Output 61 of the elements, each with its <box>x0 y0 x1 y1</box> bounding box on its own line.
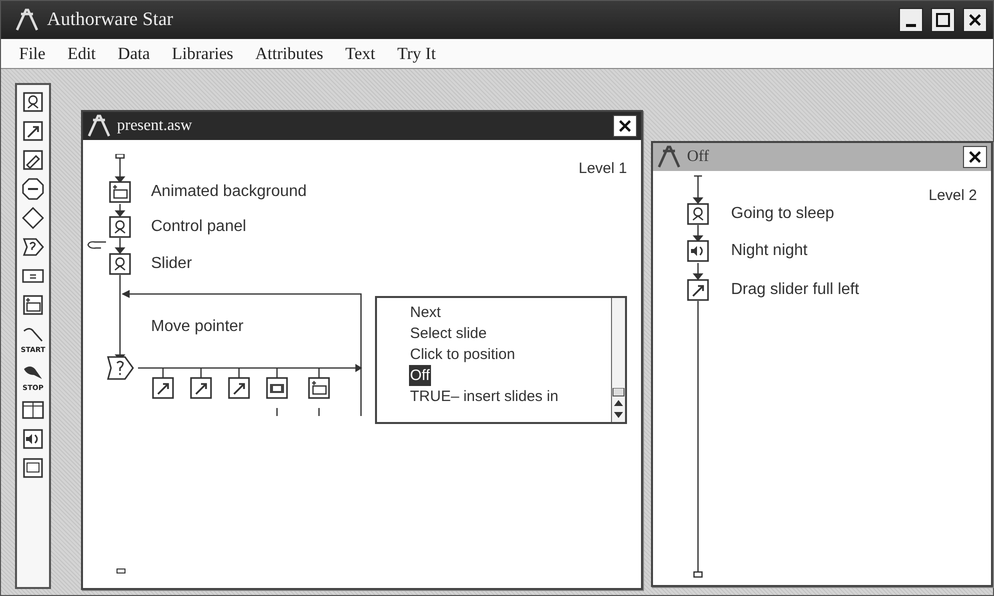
app-title: Authorware Star <box>47 9 174 31</box>
figure-frame-icon[interactable] <box>109 216 131 238</box>
question-icon[interactable] <box>22 236 44 258</box>
film-icon[interactable] <box>266 377 288 399</box>
framed-box-icon[interactable] <box>109 181 131 203</box>
close-icon <box>969 151 981 163</box>
arrow-box-icon[interactable] <box>152 377 174 399</box>
menu-item[interactable]: Libraries <box>172 44 234 64</box>
window-title: Off <box>687 148 710 166</box>
logo-icon <box>87 114 111 138</box>
close-button[interactable] <box>963 146 987 168</box>
list-item[interactable]: Select slide <box>409 323 488 344</box>
framed-box-icon[interactable] <box>22 294 44 316</box>
menu-item[interactable]: Data <box>118 44 150 64</box>
dual-panel-icon[interactable] <box>22 399 44 421</box>
icon-title: Slider <box>151 254 192 274</box>
level-label: Level 2 <box>928 187 977 204</box>
close-button[interactable] <box>963 8 987 32</box>
close-icon <box>969 14 981 26</box>
list-item[interactable]: Click to position <box>409 344 516 365</box>
close-icon <box>619 120 631 132</box>
speaker-icon[interactable] <box>687 240 709 262</box>
hand-pointer-icon <box>87 238 107 250</box>
diamond-icon[interactable] <box>22 207 44 229</box>
icon-title: Drag slider full left <box>731 280 860 300</box>
icon-title: Control panel <box>151 217 246 237</box>
window-title: present.asw <box>117 117 194 135</box>
close-button[interactable] <box>613 115 637 137</box>
logo-icon <box>15 8 39 32</box>
icon-title: Going to sleep <box>731 204 834 224</box>
eraser-icon[interactable] <box>22 149 44 171</box>
menu-item[interactable]: Edit <box>67 44 96 64</box>
figure-frame-icon[interactable] <box>109 253 131 275</box>
maximize-button[interactable] <box>931 8 955 32</box>
maximize-icon <box>936 13 950 27</box>
menu-item[interactable]: File <box>19 44 46 64</box>
speaker-icon[interactable] <box>22 428 44 450</box>
figure-frame-icon[interactable] <box>22 91 44 113</box>
menu-item[interactable]: Attributes <box>255 44 324 64</box>
octagon-icon[interactable] <box>22 178 44 200</box>
end-marker-icon <box>116 568 126 574</box>
minimize-button[interactable] <box>899 8 923 32</box>
minimize-icon <box>906 24 916 26</box>
arrow-box-icon[interactable] <box>228 377 250 399</box>
list-item[interactable]: Off <box>409 365 431 386</box>
arrow-box-icon[interactable] <box>687 279 709 301</box>
icon-title: Move pointer <box>151 317 244 337</box>
scrollbar[interactable] <box>611 298 625 422</box>
figure-frame-icon[interactable] <box>687 203 709 225</box>
list-item[interactable]: TRUE– insert slides in <box>409 386 560 407</box>
menu-item[interactable]: Try It <box>397 44 436 64</box>
level-label: Level 1 <box>578 160 627 177</box>
icon-title: Night night <box>731 241 808 261</box>
menu-item[interactable]: Text <box>345 44 376 64</box>
list-item[interactable]: Next <box>409 302 442 323</box>
icon-title: Animated background <box>151 182 307 202</box>
logo-icon <box>657 145 681 169</box>
framed-box-icon[interactable] <box>308 377 330 399</box>
arrow-box-icon[interactable] <box>22 120 44 142</box>
arrow-box-icon[interactable] <box>190 377 212 399</box>
tv-icon[interactable] <box>22 457 44 479</box>
